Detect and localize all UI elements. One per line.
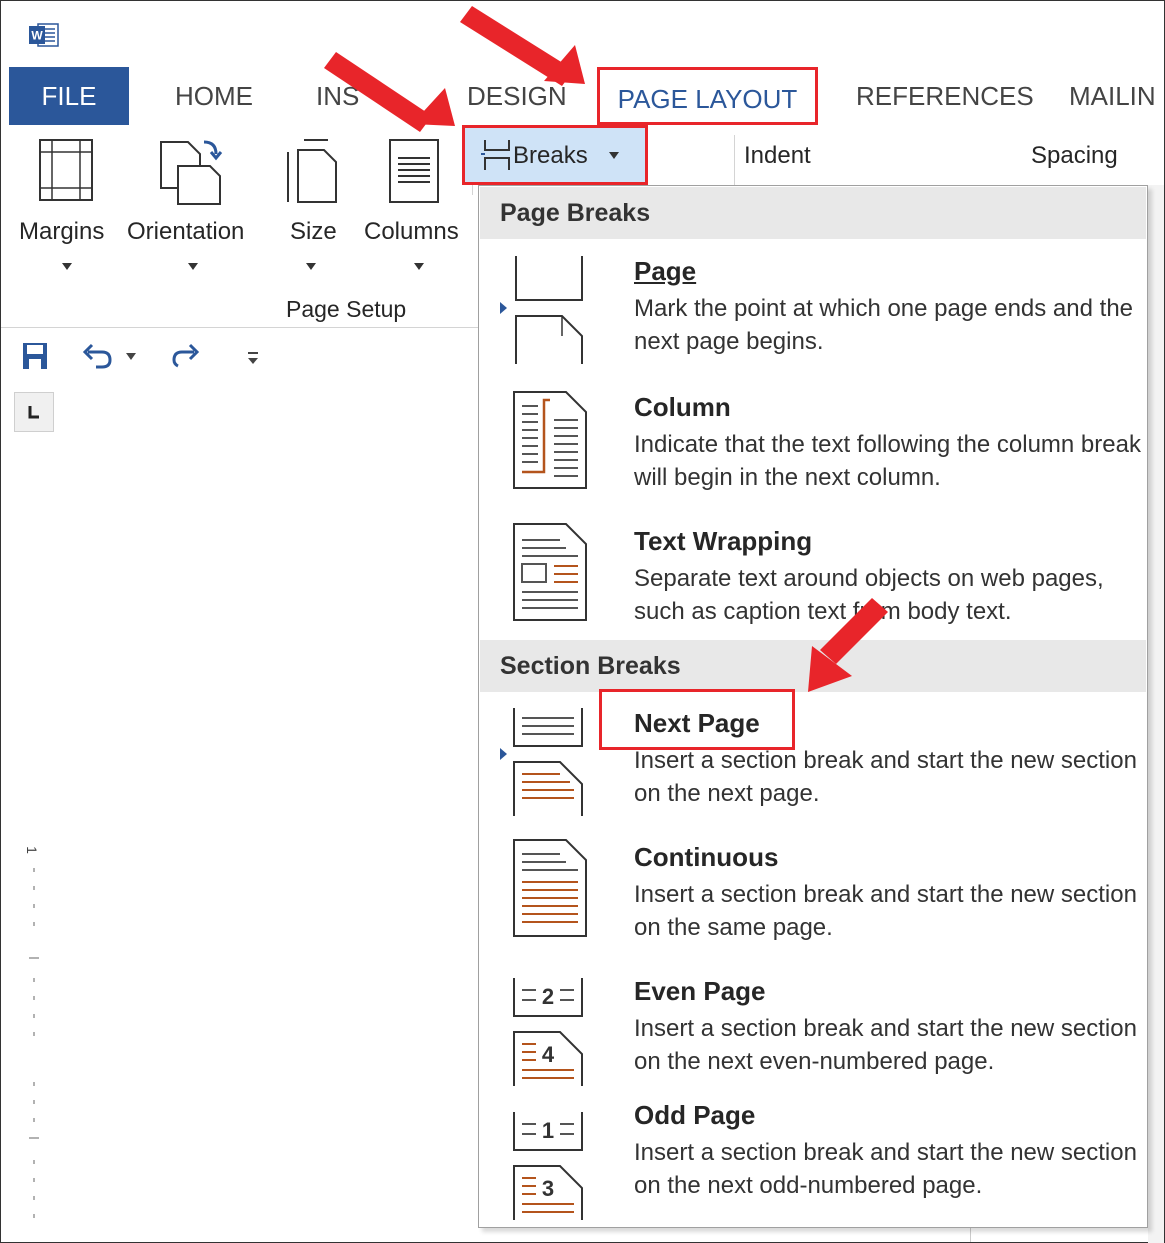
menu-item-title: Odd Page [634, 1100, 756, 1130]
save-icon[interactable] [22, 342, 48, 370]
columns-button[interactable]: Columns [364, 218, 459, 246]
menu-item-next-page[interactable]: Next Page Insert a section break and sta… [480, 698, 1146, 824]
tab-design[interactable]: DESIGN [467, 67, 567, 125]
doc-margin-line [970, 1228, 971, 1242]
menu-item-column[interactable]: Column Indicate that the text following … [480, 382, 1146, 508]
menu-item-description: Insert a section break and start the new… [634, 1015, 1137, 1075]
menu-item-continuous[interactable]: Continuous Insert a section break and st… [480, 832, 1146, 958]
customize-toolbar-icon[interactable] [246, 350, 260, 366]
quick-access-toolbar [1, 328, 479, 384]
menu-item-description: Insert a section break and start the new… [634, 881, 1137, 941]
undo-chevron-down-icon[interactable] [126, 353, 136, 360]
breaks-icon [481, 140, 510, 170]
word-icon: W [29, 23, 59, 47]
menu-item-even-page[interactable]: 2 4 Even Page Insert a section break and… [480, 966, 1146, 1092]
menu-item-description: Insert a section break and start the new… [634, 747, 1137, 807]
size-chevron-down-icon[interactable] [306, 263, 316, 270]
tab-insert[interactable]: INS [316, 67, 359, 125]
tab-page-layout[interactable]: PAGE LAYOUT [597, 67, 818, 125]
menu-item-odd-page[interactable]: 1 3 Odd Page Insert a section break and … [480, 1100, 1146, 1226]
tab-file[interactable]: FILE [9, 67, 129, 125]
column-break-icon [513, 391, 587, 489]
section-breaks-header: Section Breaks [480, 640, 1146, 692]
menu-item-description: Indicate that the text following the col… [634, 431, 1141, 491]
redo-icon[interactable] [170, 342, 202, 370]
tab-selector[interactable] [14, 392, 54, 432]
columns-chevron-down-icon[interactable] [414, 263, 424, 270]
menu-item-title: Even Page [634, 976, 766, 1006]
menu-item-title: Column [634, 392, 731, 422]
vertical-ruler: 1 [14, 838, 54, 1238]
size-icon[interactable] [284, 136, 340, 206]
document-area[interactable] [1, 440, 479, 1240]
margins-chevron-down-icon[interactable] [62, 263, 72, 270]
svg-text:W: W [31, 29, 43, 43]
size-button[interactable]: Size [290, 218, 337, 246]
menu-item-text-wrapping[interactable]: Text Wrapping Separate text around objec… [480, 516, 1146, 642]
menu-item-description: Mark the point at which one page ends an… [634, 295, 1134, 355]
page-setup-group-label: Page Setup [286, 296, 407, 322]
orientation-button[interactable]: Orientation [127, 218, 244, 246]
even-icon-top-number: 2 [542, 984, 554, 1009]
next-page-icon [513, 708, 583, 816]
columns-icon[interactable] [388, 138, 440, 204]
breaks-dropdown-menu: Page Breaks Page Mark the point at which… [478, 185, 1148, 1228]
even-page-icon: 2 4 [513, 978, 583, 1086]
menu-item-title: Page [634, 256, 697, 286]
indent-label: Indent [744, 142, 811, 169]
menu-item-description: Separate text around objects on web page… [634, 565, 1104, 625]
selection-marker-icon [500, 302, 507, 314]
group-separator [734, 135, 735, 185]
next-page-highlight-box [599, 689, 795, 750]
breaks-button[interactable]: Breaks [462, 125, 648, 185]
orientation-chevron-down-icon[interactable] [188, 263, 198, 270]
selection-marker-icon [500, 748, 507, 760]
right-scroll-strip [1148, 185, 1164, 1243]
ruler-number: 1 [23, 846, 40, 854]
orientation-icon[interactable] [158, 136, 224, 206]
ruler-ticks [29, 868, 39, 1218]
breaks-chevron-down-icon [609, 152, 619, 159]
spacing-label: Spacing [1031, 142, 1118, 169]
menu-item-title: Text Wrapping [634, 526, 813, 556]
left-tab-icon [28, 406, 39, 419]
undo-icon[interactable] [80, 342, 112, 370]
menu-item-page[interactable]: Page Mark the point at which one page en… [480, 246, 1146, 372]
tab-mailings[interactable]: MAILIN [1069, 67, 1156, 125]
margins-button[interactable]: Margins [19, 218, 104, 246]
menu-item-title: Continuous [634, 842, 779, 872]
tab-home[interactable]: HOME [175, 67, 253, 125]
breaks-label: Breaks [513, 142, 588, 169]
odd-icon-top-number: 1 [542, 1118, 554, 1143]
margins-icon[interactable] [38, 138, 94, 202]
page-breaks-header: Page Breaks [480, 187, 1146, 239]
continuous-icon [513, 839, 587, 937]
odd-icon-bottom-number: 3 [542, 1176, 554, 1201]
even-icon-bottom-number: 4 [542, 1042, 555, 1067]
menu-item-description: Insert a section break and start the new… [634, 1139, 1137, 1199]
text-wrapping-icon [513, 523, 587, 621]
page-break-icon [515, 256, 583, 364]
tab-references[interactable]: REFERENCES [856, 67, 1034, 125]
title-bar: W [1, 1, 1164, 67]
odd-page-icon: 1 3 [513, 1112, 583, 1220]
